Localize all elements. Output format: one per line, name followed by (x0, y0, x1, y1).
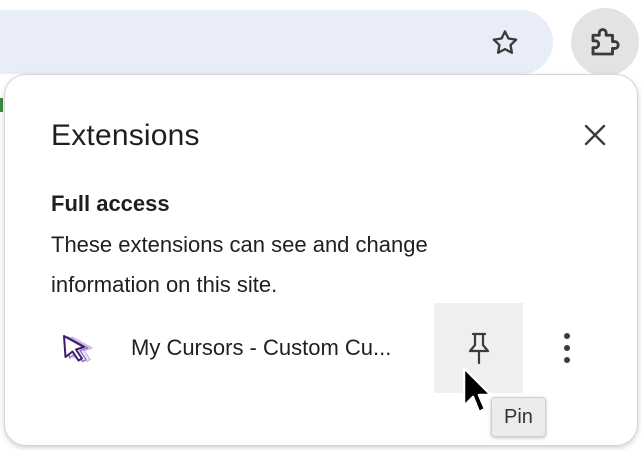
popup-title: Extensions (51, 119, 200, 152)
extensions-button[interactable] (571, 8, 639, 76)
extension-row[interactable]: My Cursors - Custom Cu... (5, 303, 639, 393)
pin-tooltip: Pin (491, 397, 546, 437)
page-edge-mark (0, 98, 3, 112)
bookmark-button[interactable] (480, 18, 530, 68)
close-icon (584, 124, 606, 146)
extensions-popup: Extensions Full access These extensions … (4, 74, 638, 446)
section-title: Full access (51, 191, 170, 216)
cursor-arrows-icon (63, 335, 93, 363)
section-description: These extensions can see and change info… (51, 232, 428, 297)
pin-icon (468, 332, 489, 365)
extension-name: My Cursors - Custom Cu... (131, 335, 392, 360)
more-options-button[interactable] (545, 323, 589, 373)
close-button[interactable] (573, 113, 617, 157)
mouse-cursor-icon (462, 366, 492, 414)
star-outline-icon (492, 30, 518, 54)
address-bar[interactable] (0, 10, 553, 74)
puzzle-piece-icon (591, 28, 620, 56)
browser-toolbar (0, 0, 642, 78)
more-vertical-icon (564, 333, 570, 363)
browser-window: Extensions Full access These extensions … (0, 0, 642, 450)
